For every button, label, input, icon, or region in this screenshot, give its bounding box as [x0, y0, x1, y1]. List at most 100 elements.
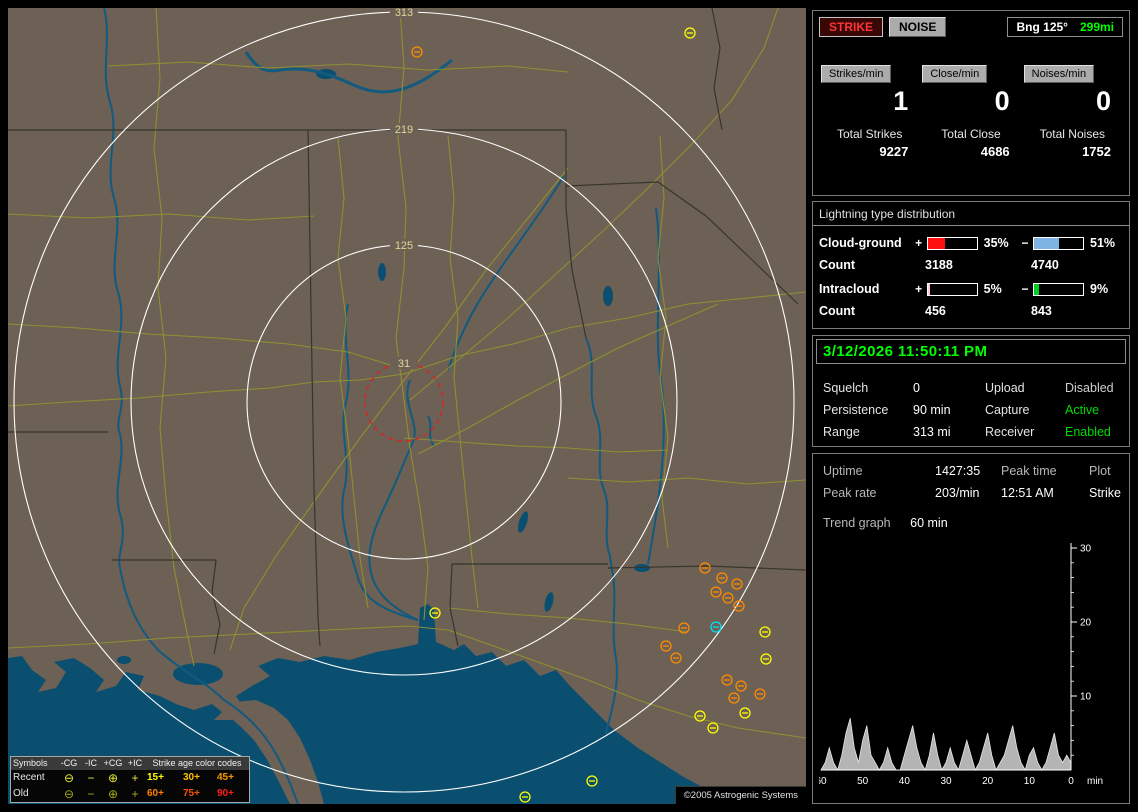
trend-graph-header: Trend graph 60 min: [813, 500, 1129, 530]
legend-column-header: -IC: [81, 757, 101, 770]
trend-graph-window: 60 min: [910, 516, 948, 530]
stat-label: Plot: [1089, 464, 1111, 478]
bearing-distance: 299mi: [1079, 20, 1114, 34]
counters-panel: STRIKE NOISE Bng 125° 299mi Strikes/min 1 T…: [812, 10, 1130, 196]
legend-column-header: +CG: [101, 757, 125, 770]
total-value: 1752: [1082, 144, 1111, 160]
stats-grid: Uptime 1427:35 Peak time Plot Peak rate 203/m…: [813, 454, 1129, 500]
x-axis-tick-label: 50: [857, 776, 869, 787]
positive-bar-fill: [928, 237, 946, 249]
age-color-code: 45+: [217, 772, 234, 783]
x-axis-tick-label: 0: [1068, 776, 1074, 787]
legend-strike-symbol: ⊖: [63, 771, 75, 785]
age-color-code: 75+: [183, 788, 200, 799]
legend-strike-symbol: −: [87, 787, 95, 801]
stat-label: Peak rate: [823, 486, 877, 500]
trend-series-area: [820, 718, 1072, 772]
negative-bar-fill: [1034, 237, 1060, 249]
count-row: Count 3188 4740: [813, 250, 1129, 272]
legend-strike-symbol: +: [131, 771, 139, 785]
bearing-display: Bng 125° 299mi: [1007, 17, 1123, 37]
legend-row-label: Old: [13, 788, 29, 799]
clock-settings-panel: 3/12/2026 11:50:11 PM Squelch 0 Upload Disa…: [812, 335, 1130, 447]
plus-sign: +: [915, 236, 923, 250]
app-window: 313 219 125 31 Symbols -CG -IC +CG +IC Strike ag…: [0, 0, 1138, 812]
stat-value: Strike: [1089, 486, 1121, 500]
settings-grid: Squelch 0 Upload Disabled Persistence 90 min C…: [813, 367, 1129, 439]
distribution-row: Intracloud +5% − 9%: [813, 272, 1129, 296]
trend-graph: 10 20 30 60 50 40 30 20 10 0 min: [819, 543, 1103, 787]
distribution-row: Cloud-ground +35% − 51%: [813, 226, 1129, 250]
x-axis-tick-label: 30: [940, 776, 952, 787]
rate-per-min-value: 1: [893, 86, 909, 116]
setting-label: Range: [823, 425, 860, 439]
negative-count: 843: [1031, 304, 1052, 318]
noise-mode-button[interactable]: NOISE: [889, 17, 947, 37]
positive-percent: 35%: [983, 236, 1009, 250]
legend-symbols-header: Symbols: [11, 757, 57, 770]
legend-age-header: Strike age color codes: [145, 757, 249, 770]
copyright-notice: ©2005 Astrogenic Systems: [674, 786, 806, 804]
legend-strike-symbol: ⊕: [107, 771, 119, 785]
setting-status-value: Disabled: [1065, 381, 1114, 395]
setting-label: Capture: [985, 403, 1030, 417]
counter-column: Strikes/min 1 Total Strikes 9227: [819, 37, 920, 159]
total-value: 4686: [980, 144, 1010, 160]
total-label: Total Close: [941, 127, 1001, 142]
plus-sign: +: [915, 282, 923, 296]
legend-row-label: Recent: [13, 772, 45, 783]
positive-percent: 5%: [983, 282, 1002, 296]
strike-mode-button[interactable]: STRIKE: [819, 17, 884, 37]
status-trend-panel: Uptime 1427:35 Peak time Plot Peak rate 203/m…: [812, 453, 1130, 804]
setting-status-value: Enabled: [1065, 425, 1111, 439]
x-axis-tick-label: 60: [819, 776, 827, 787]
rate-per-min-value: 0: [994, 86, 1010, 116]
age-color-code: 60+: [147, 788, 164, 799]
age-color-code: 90+: [217, 788, 234, 799]
rate-label-button[interactable]: Close/min: [922, 65, 988, 83]
total-label: Total Noises: [1039, 127, 1105, 142]
lightning-map[interactable]: 313 219 125 31: [8, 8, 806, 804]
setting-value: 0: [913, 381, 920, 395]
y-axis-tick-label: 10: [1080, 692, 1092, 703]
counter-columns: Strikes/min 1 Total Strikes 9227 Close/min 0 T…: [813, 37, 1129, 159]
count-label: Count: [819, 258, 856, 272]
positive-bar-fill: [928, 283, 931, 295]
map-legend: Symbols -CG -IC +CG +IC Strike age color code…: [10, 756, 250, 803]
distribution-title: Lightning type distribution: [813, 202, 1129, 226]
positive-count: 3188: [925, 258, 953, 272]
distribution-rows: Cloud-ground +35% −51% Count 3188 4740 Intracl…: [813, 226, 1129, 318]
rate-label-button[interactable]: Noises/min: [1023, 65, 1095, 83]
negative-percent: 9%: [1090, 282, 1109, 296]
legend-strike-symbol: +: [131, 787, 139, 801]
setting-value: 313 mi: [913, 425, 951, 439]
trend-graph-label: Trend graph: [823, 516, 891, 530]
minus-sign: −: [1021, 282, 1029, 296]
stat-label: Peak time: [1001, 464, 1057, 478]
ring-distance-label: 31: [398, 358, 410, 370]
counter-column: Close/min 0 Total Close 4686: [920, 37, 1021, 159]
negative-percent: 51%: [1090, 236, 1116, 250]
legend-strike-symbol: ⊕: [107, 787, 119, 801]
setting-label: Upload: [985, 381, 1025, 395]
distribution-panel: Lightning type distribution Cloud-ground…: [812, 201, 1130, 329]
ring-distance-label: 313: [395, 8, 413, 19]
setting-label: Persistence: [823, 403, 889, 417]
age-color-code: 15+: [147, 772, 164, 783]
x-axis-tick-label: 40: [899, 776, 911, 787]
ring-distance-label: 219: [395, 124, 413, 136]
lightning-type-label: Intracloud: [819, 282, 880, 296]
legend-grid: Symbols -CG -IC +CG +IC Strike age color code…: [11, 757, 249, 802]
rate-label-button[interactable]: Strikes/min: [821, 65, 892, 83]
y-axis-tick-label: 30: [1080, 544, 1092, 555]
mode-row: STRIKE NOISE Bng 125° 299mi: [813, 11, 1129, 37]
legend-column-header: +IC: [125, 757, 145, 770]
stat-value: 12:51 AM: [1001, 486, 1054, 500]
legend-column-header: -CG: [57, 757, 81, 770]
legend-strike-symbol: −: [87, 771, 95, 785]
y-axis-tick-label: 20: [1080, 618, 1092, 629]
negative-bar: [1033, 282, 1084, 296]
map-area[interactable]: 313 219 125 31 Symbols -CG -IC +CG +IC Strike ag…: [8, 8, 806, 804]
positive-bar: [927, 282, 978, 296]
setting-label: Squelch: [823, 381, 869, 395]
